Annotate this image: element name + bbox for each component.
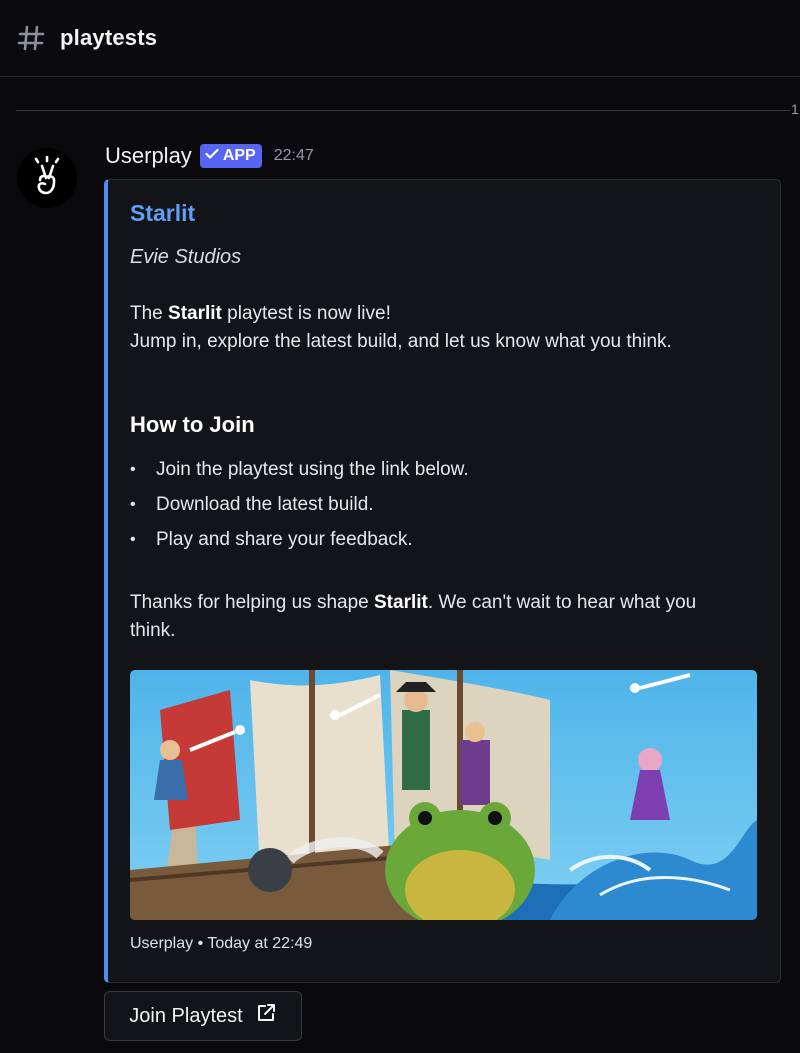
- thanks-prefix: Thanks for helping us shape: [130, 592, 374, 613]
- avatar[interactable]: [17, 148, 77, 208]
- external-link-icon: [255, 1002, 277, 1030]
- channel-header: playtests: [0, 0, 800, 77]
- embed-footer: Userplay • Today at 22:49: [130, 935, 313, 952]
- intro-prefix: The: [130, 303, 169, 324]
- embed-thanks: Thanks for helping us shape Starlit. We …: [130, 589, 696, 645]
- join-playtest-button[interactable]: Join Playtest: [104, 991, 302, 1041]
- peace-hand-icon: [31, 155, 63, 201]
- new-messages-divider: [16, 110, 790, 111]
- join-playtest-label: Join Playtest: [129, 1004, 243, 1027]
- embed-intro: The Starlit playtest is now live! Jump i…: [130, 300, 672, 356]
- thanks-bold: Starlit: [374, 592, 428, 613]
- app-badge-label: APP: [222, 147, 256, 164]
- intro-bold: Starlit: [168, 303, 222, 324]
- step-text: Play and share your feedback.: [156, 529, 413, 550]
- message-embed: Starlit Evie Studios The Starlit playtes…: [104, 179, 781, 983]
- author-name[interactable]: Userplay: [105, 143, 192, 169]
- embed-image[interactable]: [130, 670, 757, 920]
- hash-icon: [16, 23, 46, 53]
- section-heading: How to Join: [130, 412, 255, 437]
- checkmark-icon: [205, 147, 219, 165]
- channel-name: playtests: [60, 25, 158, 50]
- message-timestamp[interactable]: 22:47: [274, 147, 314, 165]
- bullet-icon: •: [130, 461, 136, 478]
- intro-suffix: playtest is now live!: [221, 303, 391, 324]
- bullet-icon: •: [130, 496, 136, 513]
- list-item: • Play and share your feedback.: [130, 526, 469, 561]
- message-header: Userplay APP 22:47: [105, 143, 314, 169]
- bullet-icon: •: [130, 531, 136, 548]
- intro-line2: Jump in, explore the latest build, and l…: [130, 331, 672, 352]
- thanks-line2: think.: [130, 620, 176, 641]
- embed-author: Evie Studios: [130, 246, 242, 268]
- step-text: Download the latest build.: [156, 494, 374, 515]
- step-text: Join the playtest using the link below.: [156, 459, 469, 480]
- app-badge: APP: [199, 144, 262, 168]
- embed-title[interactable]: Starlit: [130, 200, 195, 227]
- list-item: • Join the playtest using the link below.: [130, 456, 469, 491]
- divider-label: 1: [791, 101, 799, 117]
- list-item: • Download the latest build.: [130, 491, 469, 526]
- thanks-suffix: . We can't wait to hear what you: [427, 592, 697, 613]
- steps-list: • Join the playtest using the link below.…: [130, 456, 469, 561]
